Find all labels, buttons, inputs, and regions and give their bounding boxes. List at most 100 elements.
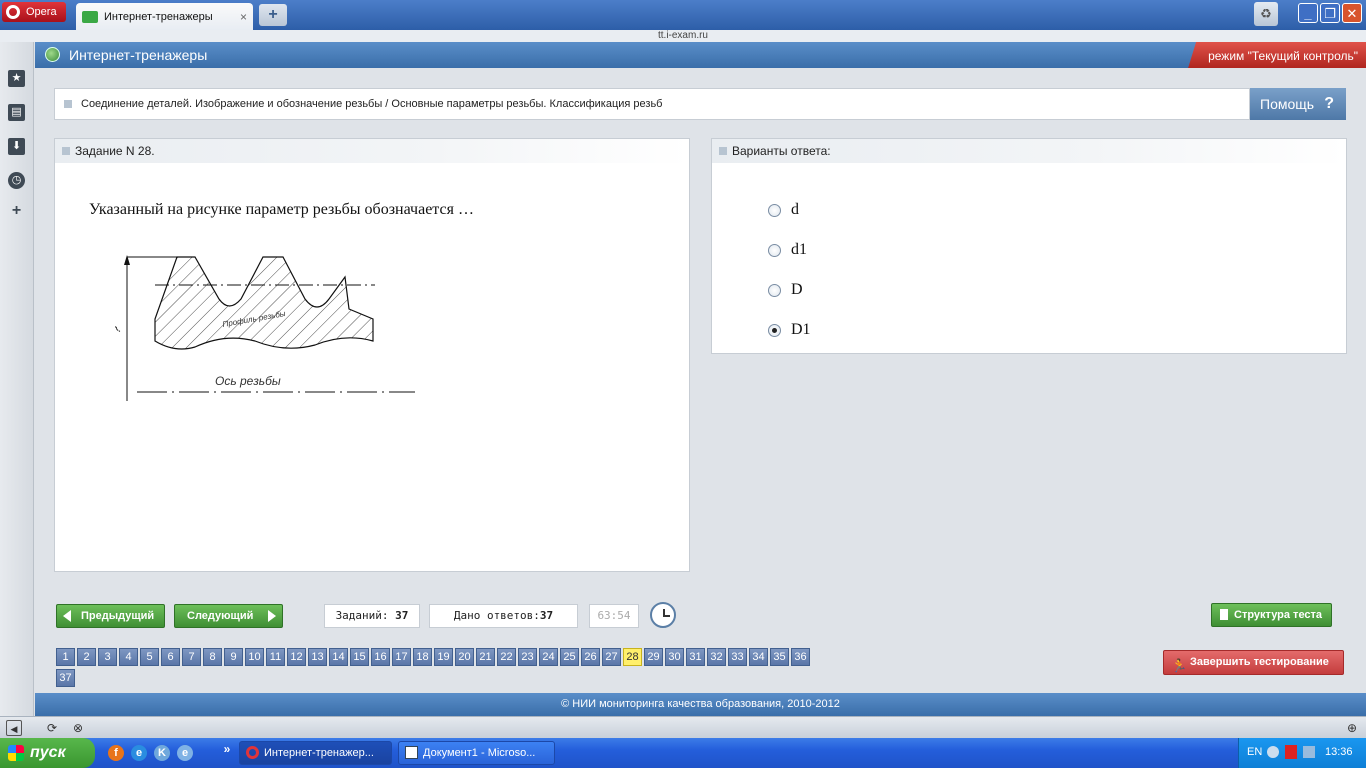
answer-option-2[interactable]: d1 xyxy=(768,241,807,259)
network-icon[interactable] xyxy=(1303,746,1315,758)
tab-title: Интернет-тренажеры xyxy=(104,10,213,23)
minimize-button[interactable]: _ xyxy=(1298,3,1318,23)
page-button[interactable]: 5 xyxy=(140,648,159,666)
answers-panel: Варианты ответа: d d1 D D1 xyxy=(711,138,1347,354)
radio-button-selected[interactable] xyxy=(768,323,781,337)
history-icon[interactable]: ◷ xyxy=(8,172,25,189)
help-button[interactable]: Помощь ? xyxy=(1250,88,1346,120)
panel-toggle-icon[interactable]: ◀ xyxy=(6,720,22,736)
page-button[interactable]: 10 xyxy=(245,648,264,666)
zoom-icon[interactable]: ⊕ xyxy=(1344,720,1360,736)
app-header: Интернет-тренажеры режим "Текущий контро… xyxy=(35,42,1366,68)
page-button[interactable]: 2 xyxy=(77,648,96,666)
answered-count-box: Дано ответов:37 xyxy=(429,604,578,628)
page-button[interactable]: 14 xyxy=(329,648,348,666)
page-button[interactable]: 21 xyxy=(476,648,495,666)
taskbar-word-window[interactable]: Документ1 - Microso... xyxy=(398,741,555,765)
taskbar-task-label: Интернет-тренажер... xyxy=(264,747,374,759)
page-button[interactable]: 18 xyxy=(413,648,432,666)
page-button[interactable]: 23 xyxy=(518,648,537,666)
radio-button[interactable] xyxy=(768,283,781,297)
topic-bar: Соединение деталей. Изображение и обозна… xyxy=(54,88,1250,120)
page-button[interactable]: 6 xyxy=(161,648,180,666)
page-button[interactable]: 7 xyxy=(182,648,201,666)
page-button[interactable]: 31 xyxy=(686,648,705,666)
previous-button[interactable]: Предыдущий xyxy=(56,604,165,628)
answer-label: d1 xyxy=(791,241,807,258)
page-button[interactable]: 27 xyxy=(602,648,621,666)
page-button[interactable]: 37 xyxy=(56,669,75,687)
side-panel: ★ ▤ ⬇ ◷ + xyxy=(0,42,34,716)
notes-icon[interactable]: ▤ xyxy=(8,104,25,121)
firefox-icon[interactable]: f xyxy=(108,745,124,761)
page-button[interactable]: 36 xyxy=(791,648,810,666)
radio-button[interactable] xyxy=(768,243,781,257)
sync-icon[interactable]: ⟳ xyxy=(44,720,60,736)
page-button[interactable]: 3 xyxy=(98,648,117,666)
answer-option-3[interactable]: D xyxy=(768,281,803,299)
answers-title-bar: Варианты ответа: xyxy=(712,139,1346,163)
page-button[interactable]: 1 xyxy=(56,648,75,666)
new-tab-button[interactable]: + xyxy=(259,4,287,26)
address-bar[interactable]: tt.i-exam.ru xyxy=(0,30,1366,42)
windows-taskbar: пуск f e K e » Интернет-тренажер... Доку… xyxy=(0,738,1366,768)
bookmarks-icon[interactable]: ★ xyxy=(8,70,25,87)
word-icon xyxy=(405,746,418,759)
question-text: Указанный на рисунке параметр резьбы обо… xyxy=(89,201,474,218)
page-button[interactable]: 32 xyxy=(707,648,726,666)
page-button[interactable]: 25 xyxy=(560,648,579,666)
chevron-right-icon[interactable]: » xyxy=(219,741,235,757)
page-button[interactable]: 34 xyxy=(749,648,768,666)
start-label: пуск xyxy=(30,744,66,761)
language-indicator[interactable]: EN xyxy=(1247,746,1262,758)
page-button[interactable]: 24 xyxy=(539,648,558,666)
ie-icon[interactable]: e xyxy=(131,745,147,761)
browser-tab[interactable]: Интернет-тренажеры × xyxy=(76,3,253,30)
page-button[interactable]: 8 xyxy=(203,648,222,666)
add-panel-icon[interactable]: + xyxy=(8,202,25,219)
page-button[interactable]: 9 xyxy=(224,648,243,666)
opera-menu-button[interactable]: Opera xyxy=(2,2,66,22)
page-button[interactable]: 15 xyxy=(350,648,369,666)
page-button[interactable]: 20 xyxy=(455,648,474,666)
finish-test-button[interactable]: 🏃 Завершить тестирование xyxy=(1163,650,1344,675)
downloads-icon[interactable]: ⬇ xyxy=(8,138,25,155)
maximize-button[interactable]: ❐ xyxy=(1320,3,1340,23)
browser-titlebar: Opera Интернет-тренажеры × + ♻ _ ❐ ✕ xyxy=(0,0,1366,30)
clock-icon xyxy=(650,602,676,628)
trash-icon[interactable]: ♻ xyxy=(1254,2,1278,26)
next-button[interactable]: Следующий xyxy=(174,604,283,628)
kaspersky-icon[interactable] xyxy=(1285,745,1297,759)
test-structure-button[interactable]: Структура теста xyxy=(1211,603,1332,627)
bullet-square-icon xyxy=(719,147,727,155)
tab-close-icon[interactable]: × xyxy=(240,10,247,24)
task-panel: Задание N 28. Указанный на рисунке парам… xyxy=(54,138,690,572)
answered-count: 37 xyxy=(539,609,554,622)
page-button[interactable]: 33 xyxy=(728,648,747,666)
tray-arrow-icon[interactable] xyxy=(1267,746,1279,758)
answer-option-4[interactable]: D1 xyxy=(768,321,811,339)
start-button[interactable]: пуск xyxy=(0,738,95,768)
page-button[interactable]: 16 xyxy=(371,648,390,666)
page-button[interactable]: 4 xyxy=(119,648,138,666)
page-button[interactable]: 12 xyxy=(287,648,306,666)
arrow-right-icon xyxy=(268,610,276,622)
page-button[interactable]: 26 xyxy=(581,648,600,666)
ie-settings-icon[interactable]: e xyxy=(177,745,193,761)
answer-option-1[interactable]: d xyxy=(768,201,799,219)
help-question-icon: ? xyxy=(1324,95,1334,112)
page-button[interactable]: 19 xyxy=(434,648,453,666)
turbo-icon[interactable]: ⊗ xyxy=(70,720,86,736)
page-button[interactable]: 13 xyxy=(308,648,327,666)
page-button[interactable]: 35 xyxy=(770,648,789,666)
page-button-current[interactable]: 28 xyxy=(623,648,642,666)
page-button[interactable]: 17 xyxy=(392,648,411,666)
page-button[interactable]: 30 xyxy=(665,648,684,666)
close-window-button[interactable]: ✕ xyxy=(1342,3,1362,23)
page-button[interactable]: 29 xyxy=(644,648,663,666)
page-button[interactable]: 22 xyxy=(497,648,516,666)
k-icon[interactable]: K xyxy=(154,745,170,761)
page-button[interactable]: 11 xyxy=(266,648,285,666)
taskbar-opera-window[interactable]: Интернет-тренажер... xyxy=(239,741,392,765)
radio-button[interactable] xyxy=(768,203,781,217)
